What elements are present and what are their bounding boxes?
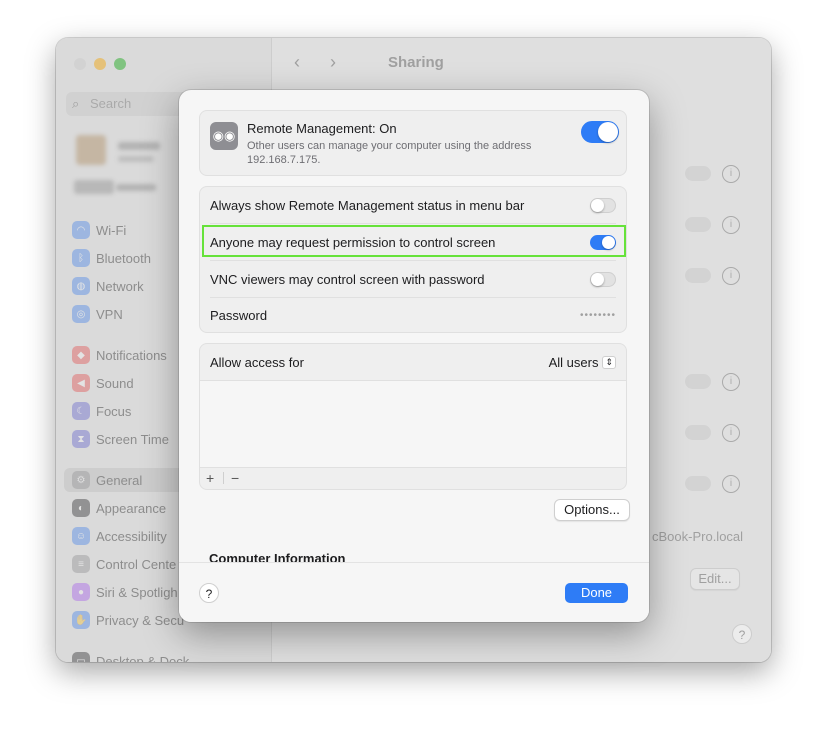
remove-user-button[interactable]: − [231, 470, 239, 486]
vnc-password-toggle[interactable] [590, 272, 616, 287]
options-button[interactable]: Options... [554, 499, 630, 521]
password-field[interactable]: •••••••• [580, 310, 616, 321]
add-user-button[interactable]: + [206, 470, 214, 486]
allow-access-row: Allow access for All users ⇕ [200, 344, 626, 381]
done-button[interactable]: Done [565, 583, 628, 603]
setting-row-menu-bar-status: Always show Remote Management status in … [200, 187, 626, 224]
divider [200, 467, 626, 468]
remote-management-toggle[interactable] [581, 121, 619, 143]
remote-management-header: ◉◉ Remote Management: On Other users can… [199, 110, 627, 176]
toggle-knob [598, 122, 618, 142]
remote-management-settings: Always show Remote Management status in … [199, 186, 627, 333]
users-list [200, 381, 626, 467]
remote-management-title: Remote Management: On [247, 121, 397, 136]
setting-row-password: Password •••••••• [200, 297, 626, 334]
setting-label: Always show Remote Management status in … [210, 198, 525, 213]
help-button[interactable]: ? [199, 583, 219, 603]
toggle-knob [591, 199, 604, 212]
toolbar-divider [223, 472, 224, 484]
toggle-knob [591, 273, 604, 286]
allow-access-select[interactable]: All users ⇕ [549, 355, 616, 370]
highlight-box [202, 225, 626, 257]
menu-bar-status-toggle[interactable] [590, 198, 616, 213]
allow-access-value: All users [548, 355, 599, 370]
binoculars-icon: ◉◉ [210, 122, 238, 150]
remote-management-sheet: ◉◉ Remote Management: On Other users can… [179, 90, 649, 622]
setting-row-vnc-password: VNC viewers may control screen with pass… [200, 261, 626, 298]
remote-management-description: Other users can manage your computer usi… [247, 140, 532, 166]
password-label: Password [210, 308, 268, 323]
setting-label: VNC viewers may control screen with pass… [210, 272, 485, 287]
access-card: Allow access for All users ⇕ + − [199, 343, 627, 490]
up-down-chevron-icon: ⇕ [602, 356, 616, 369]
allow-access-label: Allow access for [210, 355, 304, 370]
